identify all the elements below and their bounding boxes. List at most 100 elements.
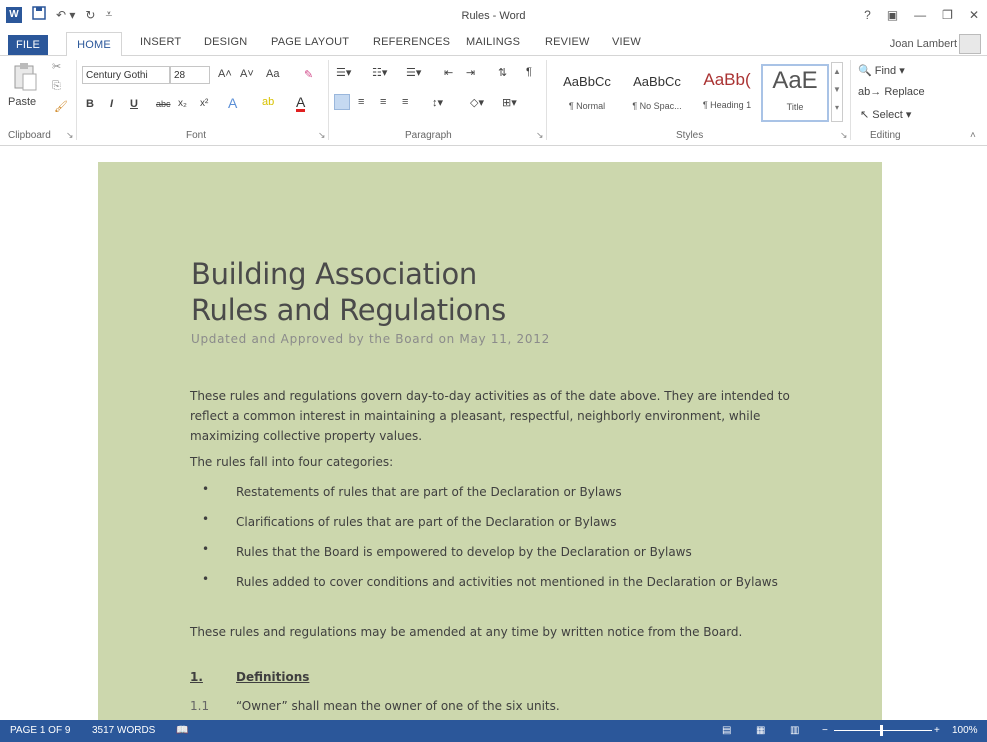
cut-icon[interactable]: ✂	[52, 60, 61, 73]
tab-insert[interactable]: INSERT	[140, 36, 181, 48]
tab-references[interactable]: REFERENCES	[373, 36, 450, 48]
font-size-value: 28	[174, 69, 186, 81]
ribbon-display-icon[interactable]: ▣	[887, 8, 898, 22]
tab-view[interactable]: VIEW	[612, 36, 641, 48]
document-subtitle[interactable]: Updated and Approved by the Board on May…	[191, 332, 550, 346]
styles-launcher-icon[interactable]: ↘	[840, 130, 848, 141]
style-title[interactable]: AaE Title	[761, 64, 829, 122]
page-count[interactable]: PAGE 1 OF 9	[10, 725, 70, 736]
format-painter-icon[interactable]: 🖌	[54, 100, 68, 113]
proofing-icon[interactable]: 📖	[176, 725, 188, 736]
font-color-icon[interactable]: A	[296, 95, 306, 112]
style-normal[interactable]: AaBbCc ¶ Normal	[553, 64, 621, 122]
zoom-level[interactable]: 100%	[952, 725, 978, 736]
editing-group-label: Editing	[870, 130, 901, 141]
restore-icon[interactable]: ❐	[942, 8, 953, 22]
section-heading[interactable]: Definitions	[236, 667, 309, 687]
paste-button[interactable]: Paste	[8, 96, 36, 108]
style-name: ¶ No Spac...	[632, 101, 682, 111]
font-size-combo[interactable]: 28	[170, 66, 210, 84]
copy-icon[interactable]: ⎘	[52, 80, 61, 93]
justify-icon[interactable]: ≡	[402, 96, 408, 108]
highlight-color-icon[interactable]: ab	[262, 96, 274, 108]
intro-paragraph[interactable]: These rules and regulations govern day-t…	[190, 386, 790, 446]
styles-scroll-icon[interactable]: ▲ ▼ ▾	[831, 62, 843, 122]
bullet-icon: •	[202, 542, 210, 556]
word-count[interactable]: 3517 WORDS	[92, 725, 155, 736]
clear-formatting-icon[interactable]: ✎	[304, 68, 313, 81]
tab-home[interactable]: HOME	[66, 32, 122, 57]
replace-label: Replace	[884, 86, 925, 98]
list-item[interactable]: Clarifications of rules that are part of…	[236, 512, 816, 532]
text-effects-icon[interactable]: A	[228, 95, 237, 111]
subscript-button[interactable]: x₂	[178, 98, 187, 109]
font-launcher-icon[interactable]: ↘	[318, 130, 326, 141]
paragraph-launcher-icon[interactable]: ↘	[536, 130, 544, 141]
help-icon[interactable]: ?	[864, 8, 871, 22]
find-button[interactable]: 🔍 Find ▾	[858, 64, 905, 77]
close-icon[interactable]: ✕	[969, 8, 979, 22]
zoom-in-button[interactable]: +	[934, 725, 940, 736]
italic-button[interactable]: I	[110, 98, 113, 110]
increase-indent-icon[interactable]: ⇥	[466, 66, 475, 79]
multilevel-list-icon[interactable]: ☰▾	[406, 66, 421, 79]
amend-paragraph[interactable]: These rules and regulations may be amend…	[190, 622, 790, 642]
window-title: Rules - Word	[461, 10, 526, 22]
decrease-indent-icon[interactable]: ⇤	[444, 66, 453, 79]
tab-page-layout[interactable]: PAGE LAYOUT	[271, 36, 349, 48]
bold-button[interactable]: B	[86, 98, 94, 110]
zoom-slider-thumb[interactable]	[880, 725, 883, 736]
zoom-slider[interactable]	[834, 730, 932, 731]
underline-button[interactable]: U	[130, 98, 138, 110]
align-center-icon[interactable]: ≡	[358, 96, 364, 108]
zoom-out-button[interactable]: −	[822, 725, 828, 736]
replace-button[interactable]: ab→ Replace	[858, 86, 925, 98]
ribbon-tabs: FILE HOME INSERT DESIGN PAGE LAYOUT REFE…	[0, 32, 987, 57]
numbering-icon[interactable]: ☷▾	[372, 66, 387, 79]
subsection-text[interactable]: “Owner” shall mean the owner of one of t…	[236, 696, 796, 716]
minimize-icon[interactable]: —	[914, 8, 926, 22]
font-family-combo[interactable]: Century Gothi	[82, 66, 170, 84]
paste-icon[interactable]	[12, 62, 38, 95]
align-left-icon[interactable]	[334, 94, 350, 110]
section-number[interactable]: 1.	[190, 667, 203, 687]
print-layout-icon[interactable]: ▦	[756, 725, 765, 736]
find-icon: 🔍	[858, 65, 872, 77]
list-item[interactable]: Restatements of rules that are part of t…	[236, 482, 816, 502]
shrink-font-button[interactable]: A˅	[240, 68, 254, 80]
change-case-button[interactable]: Aa	[266, 68, 279, 80]
list-item[interactable]: Rules added to cover conditions and acti…	[236, 572, 816, 592]
style-heading-1[interactable]: AaBb( ¶ Heading 1	[693, 64, 761, 122]
superscript-button[interactable]: x²	[200, 98, 208, 109]
avatar[interactable]	[959, 34, 981, 54]
tab-design[interactable]: DESIGN	[204, 36, 247, 48]
categories-paragraph[interactable]: The rules fall into four categories:	[190, 452, 790, 472]
clipboard-launcher-icon[interactable]: ↘	[66, 130, 74, 141]
bullets-icon[interactable]: ☰▾	[336, 66, 351, 79]
align-right-icon[interactable]: ≡	[380, 96, 386, 108]
strikethrough-button[interactable]: abc	[156, 99, 171, 109]
user-name[interactable]: Joan Lambert	[890, 38, 957, 50]
select-button[interactable]: ↖ Select ▾	[860, 108, 911, 121]
list-item[interactable]: Rules that the Board is empowered to dev…	[236, 542, 816, 562]
subsection-number[interactable]: 1.1	[190, 696, 209, 716]
show-formatting-icon[interactable]: ¶	[526, 66, 532, 78]
document-title[interactable]: Building Association Rules and Regulatio…	[191, 256, 506, 328]
status-bar: PAGE 1 OF 9 3517 WORDS 📖 ▤ ▦ ▥ − + 100%	[0, 720, 987, 742]
title-line: Building Association	[191, 257, 477, 291]
collapse-ribbon-icon[interactable]: ˄	[970, 130, 976, 141]
borders-icon[interactable]: ⊞▾	[502, 96, 517, 109]
shading-icon[interactable]: ◇▾	[470, 96, 484, 109]
document-canvas[interactable]: Building Association Rules and Regulatio…	[0, 146, 987, 720]
tab-mailings[interactable]: MAILINGS	[466, 36, 520, 48]
style-no-spacing[interactable]: AaBbCc ¶ No Spac...	[623, 64, 691, 122]
web-layout-icon[interactable]: ▥	[790, 725, 799, 736]
tab-file[interactable]: FILE	[8, 35, 48, 55]
sort-icon[interactable]: ⇅	[498, 66, 507, 79]
line-spacing-icon[interactable]: ↕▾	[432, 96, 443, 109]
document-page[interactable]: Building Association Rules and Regulatio…	[98, 162, 882, 720]
tab-review[interactable]: REVIEW	[545, 36, 590, 48]
read-mode-icon[interactable]: ▤	[722, 725, 731, 736]
style-name: Title	[786, 102, 804, 112]
grow-font-button[interactable]: A˄	[218, 68, 232, 80]
